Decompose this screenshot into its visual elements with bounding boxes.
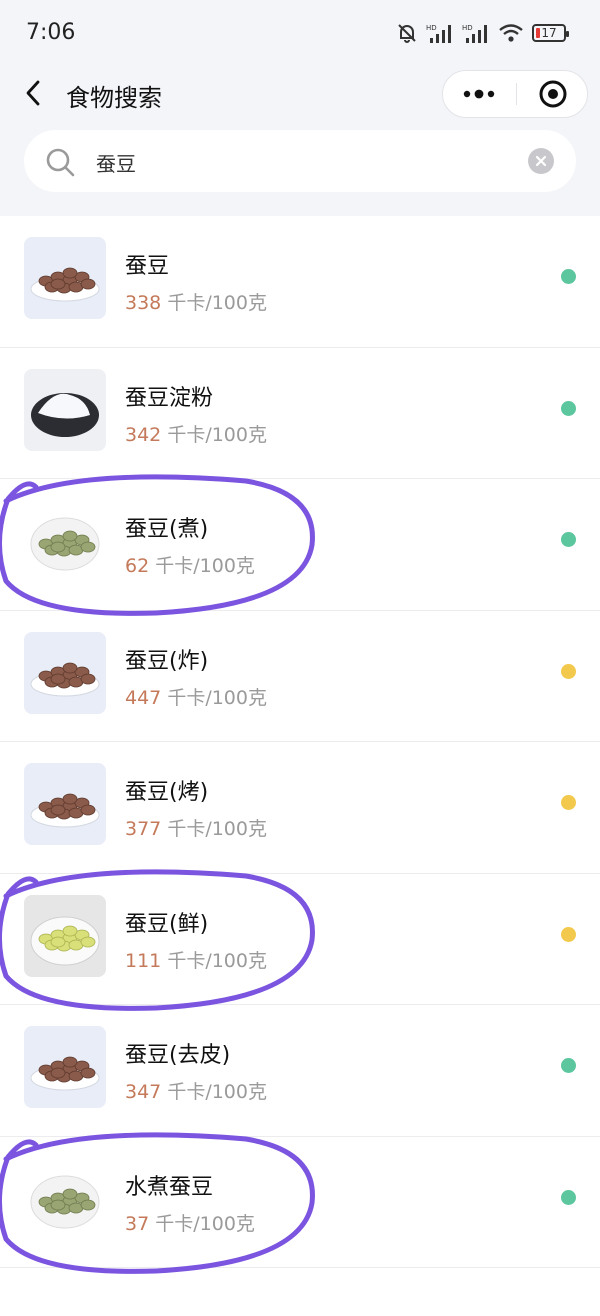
calorie-level-green-dot [561,532,576,547]
page-title: 食物搜索 [66,84,162,112]
food-image [24,237,106,319]
chevron-left-icon [26,80,40,106]
calorie-value: 62 [125,555,150,577]
calorie-level-yellow-dot [561,795,576,810]
calorie-unit: 千卡/100克 [167,1081,267,1103]
status-time: 7:06 [26,20,76,45]
food-calories: 342 千卡/100克 [125,420,267,447]
food-item[interactable]: 蚕豆 338 千卡/100克 [0,216,600,348]
wifi-icon [499,24,523,42]
food-item[interactable]: 蚕豆(去皮) 347 千卡/100克 [0,1005,600,1137]
food-name: 蚕豆(去皮) [125,1043,231,1068]
brown-beans-image-icon [24,1026,106,1108]
battery-icon: 17 [532,24,569,42]
clear-search-button[interactable] [528,148,554,174]
food-calories: 111 千卡/100克 [125,946,267,973]
status-bar: 7:06 HD HD 17 [0,0,600,66]
fresh-beans-image-icon [24,894,106,977]
food-image [24,631,106,714]
food-item[interactable]: 蚕豆(煮) 62 千卡/100克 [0,474,600,616]
food-item[interactable]: 蚕豆淀粉 342 千卡/100克 [0,348,600,479]
food-image [24,368,106,451]
calorie-value: 342 [125,423,162,446]
calorie-level-green-dot [561,1058,576,1073]
calorie-unit: 千卡/100克 [167,818,267,840]
header-area: 7:06 HD HD 17 食物搜索 蚕豆 [0,0,600,216]
svg-text:HD: HD [462,24,473,32]
signal-hd-icon: HD [426,24,451,43]
boiled-beans-image-icon [24,500,106,582]
calorie-unit: 千卡/100克 [167,949,267,972]
back-button[interactable] [20,78,50,108]
signal-hd-icon-2: HD [462,24,487,43]
food-name: 蚕豆(炸) [125,648,209,674]
close-mini-program-button[interactable] [517,71,589,117]
food-image [24,763,106,845]
calorie-value: 447 [125,686,162,709]
food-calories: 347 千卡/100克 [125,1077,267,1104]
calorie-level-green-dot [561,1189,576,1205]
food-calories: 37 千卡/100克 [125,1209,255,1236]
calorie-value: 377 [125,818,162,840]
food-image [24,894,106,977]
calorie-unit: 千卡/100克 [167,423,267,446]
food-calories: 377 千卡/100克 [125,814,267,841]
food-name: 蚕豆(烤) [125,780,209,805]
mute-bell-icon [398,24,416,43]
food-image [24,1157,106,1240]
calorie-unit: 千卡/100克 [167,686,267,709]
mini-program-capsule [442,70,588,118]
food-name: 蚕豆淀粉 [125,385,214,411]
brown-beans-image-icon [24,631,106,714]
brown-beans-image-icon [24,763,106,845]
brown-beans-image-icon [24,237,106,319]
food-name: 蚕豆(煮) [125,517,209,542]
calorie-value: 338 [125,292,162,314]
food-name: 蚕豆(鲜) [125,911,209,937]
status-icons: HD HD 17 [396,22,569,44]
starch-powder-image-icon [24,368,106,451]
boiled-beans-image-icon [24,1157,106,1240]
calorie-value: 111 [125,949,162,972]
search-icon [46,148,75,177]
food-item[interactable]: 水煮蚕豆 37 千卡/100克 [0,1131,600,1274]
calorie-value: 37 [125,1212,150,1235]
calorie-level-green-dot [561,269,576,284]
target-circle-icon [539,80,567,108]
food-name: 蚕豆 [125,254,170,279]
more-button[interactable] [443,71,515,117]
search-input[interactable] [94,142,528,182]
food-result-list: 蚕豆 338 千卡/100克 蚕豆淀粉 342 千卡/100克 蚕豆(煮) 62… [0,216,600,1274]
battery-level: 17 [541,26,557,40]
calorie-value: 347 [125,1081,162,1103]
food-calories: 62 千卡/100克 [125,551,255,578]
food-image [24,1026,106,1108]
food-name: 水煮蚕豆 [125,1174,214,1200]
food-item[interactable]: 蚕豆(烤) 377 千卡/100克 [0,742,600,874]
search-bar [24,130,576,192]
close-icon [535,155,547,167]
food-calories: 338 千卡/100克 [125,288,267,315]
calorie-level-yellow-dot [561,663,576,679]
calorie-unit: 千卡/100克 [167,292,267,314]
calorie-level-yellow-dot [561,926,576,942]
food-item[interactable]: 蚕豆(鲜) 111 千卡/100克 [0,868,600,1011]
calorie-level-green-dot [561,400,576,416]
calorie-unit: 千卡/100克 [155,1212,255,1235]
food-calories: 447 千卡/100克 [125,683,267,710]
nav-bar: 食物搜索 [0,66,600,122]
food-item[interactable]: 蚕豆(炸) 447 千卡/100克 [0,611,600,742]
food-image [24,500,106,582]
calorie-unit: 千卡/100克 [155,555,255,577]
more-dots-icon [463,89,495,99]
svg-text:HD: HD [426,24,437,32]
